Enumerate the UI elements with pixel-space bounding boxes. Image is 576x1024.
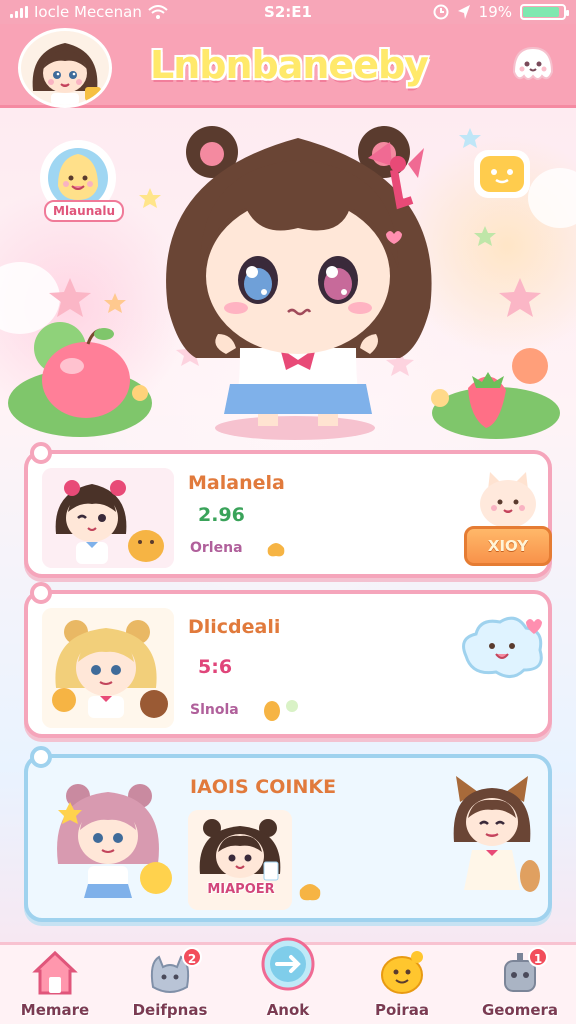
arrow-right-icon — [261, 937, 315, 991]
winking-girl-icon — [42, 468, 174, 568]
wifi-icon — [148, 5, 168, 19]
profile-avatar[interactable] — [18, 28, 112, 108]
character-card-3[interactable]: IAOIS COINKE MIAPOER — [24, 746, 552, 922]
bottom-nav: Memare 2 Deifpnas Anok Poiraa 1 Geomera — [0, 937, 576, 1024]
card-pin — [30, 582, 52, 604]
card-title: Malanela — [188, 472, 285, 494]
card-value: 5:6 — [198, 656, 233, 678]
card-action-button[interactable]: XIOY — [464, 526, 552, 566]
nav-label: Deifpnas — [132, 1001, 208, 1019]
app-title: Lnbnbaneeby — [150, 43, 429, 87]
character-card-1[interactable]: Malanela 2.96 Orlena XIOY — [24, 442, 552, 578]
status-left: Iocle Mecenan — [10, 3, 210, 21]
nav-item-friends[interactable]: 2 Deifpnas — [120, 945, 220, 1024]
strawberry-bush — [431, 348, 560, 439]
sticker-button[interactable] — [468, 142, 536, 206]
nav-badge: 1 — [528, 947, 548, 967]
nav-label: Geomera — [481, 1001, 559, 1019]
card-title: Dlicdeali — [188, 616, 281, 638]
house-icon — [32, 950, 78, 995]
cloud-face-icon — [462, 616, 543, 678]
location-icon — [457, 5, 470, 19]
thumb-label: MIAPOER — [207, 882, 275, 897]
nav-item-center[interactable]: Anok — [238, 937, 338, 1024]
ghost-icon — [512, 46, 554, 80]
card-title: IAOIS COINKE — [190, 776, 337, 798]
card-value: 2.96 — [198, 504, 245, 526]
smiley-blob-icon — [381, 951, 423, 994]
card-pin — [30, 442, 52, 464]
card-thumbnail — [42, 608, 174, 728]
fox-girl-icon — [453, 776, 540, 892]
chat-sticker-icon — [474, 150, 530, 198]
character-card-2[interactable]: Dlicdeali 5:6 Slnola — [24, 582, 552, 738]
status-right: 19% — [366, 3, 569, 21]
main-character — [166, 126, 432, 440]
card-thumbnail — [42, 468, 174, 568]
card-sub-label: Slnola — [190, 702, 239, 718]
nav-item-settings[interactable]: 1 Geomera — [470, 945, 570, 1024]
hero-section: Mlaunalu — [0, 108, 576, 446]
app-screen: Iocle Mecenan S2:E1 19% Lnbnbaneeby Mlau… — [0, 0, 576, 1024]
paw-icon — [267, 543, 285, 557]
battery-icon — [520, 4, 569, 20]
character-badge-label: Mlaunalu — [44, 200, 124, 222]
pink-hair-girl-icon — [57, 784, 172, 898]
nav-item-items[interactable]: Poiraa — [352, 945, 452, 1024]
nav-label: Memare — [20, 1001, 90, 1019]
nav-badge: 2 — [182, 947, 202, 967]
ghost-menu-button[interactable] — [508, 42, 558, 88]
signal-icon — [10, 6, 28, 18]
card-sub-text: Orlena — [190, 540, 243, 556]
card-sub-label: Orlena — [190, 540, 243, 556]
carrier-name: Iocle Mecenan — [34, 3, 142, 21]
paw-icon — [299, 884, 321, 901]
status-time: S2:E1 — [264, 3, 312, 21]
apple-bush — [8, 322, 152, 437]
nav-label: Anok — [266, 1001, 310, 1019]
battery-percent: 19% — [478, 3, 512, 21]
nav-item-home[interactable]: Memare — [5, 945, 105, 1024]
app-header: Lnbnbaneeby — [0, 24, 576, 108]
status-bar: Iocle Mecenan S2:E1 19% — [0, 0, 576, 24]
blonde-girl-icon — [42, 608, 174, 728]
alarm-icon — [433, 4, 449, 20]
fruit-icon — [264, 700, 298, 721]
girl-avatar-icon — [21, 31, 109, 105]
bunny-icon — [480, 472, 536, 528]
nav-label: Poiraa — [374, 1001, 430, 1019]
card-pin — [30, 746, 52, 768]
